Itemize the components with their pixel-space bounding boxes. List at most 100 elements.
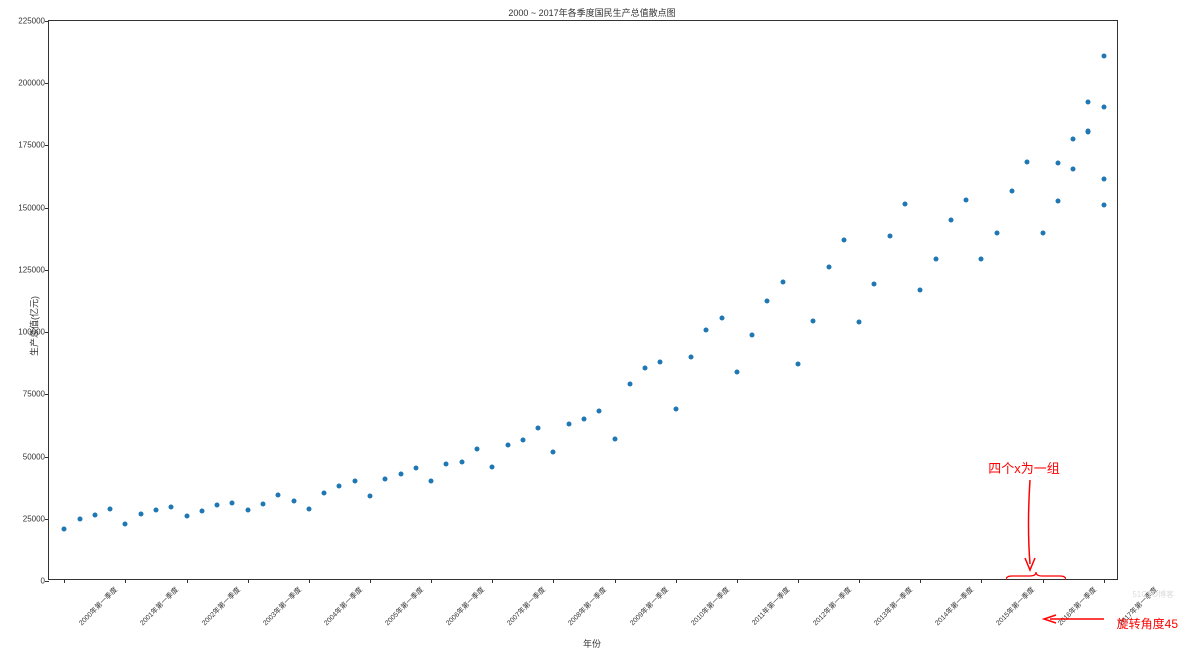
scatter-point: [933, 256, 938, 261]
scatter-point: [368, 494, 373, 499]
scatter-point: [658, 359, 663, 364]
x-tick-label: 2004年第一季度: [322, 585, 365, 628]
x-tick-label: 2000年第一季度: [77, 585, 120, 628]
scatter-point: [444, 462, 449, 467]
scatter-point: [322, 490, 327, 495]
scatter-point: [887, 234, 892, 239]
x-tick-mark: [64, 579, 65, 583]
scatter-point: [1040, 230, 1045, 235]
scatter-point: [994, 230, 999, 235]
scatter-point: [704, 327, 709, 332]
scatter-point: [1101, 104, 1106, 109]
scatter-point: [734, 369, 739, 374]
scatter-point: [551, 449, 556, 454]
x-tick-label: 2010年第一季度: [689, 585, 732, 628]
scatter-point: [1086, 129, 1091, 134]
x-tick-mark: [615, 579, 616, 583]
scatter-point: [903, 201, 908, 206]
scatter-point: [719, 316, 724, 321]
y-tick-label: 175000: [18, 141, 49, 150]
scatter-point: [230, 500, 235, 505]
scatter-point: [841, 238, 846, 243]
y-tick-label: 125000: [18, 265, 49, 274]
scatter-point: [765, 299, 770, 304]
scatter-point: [750, 332, 755, 337]
scatter-point: [1025, 159, 1030, 164]
scatter-point: [398, 471, 403, 476]
x-tick-label: 2013年第一季度: [872, 585, 915, 628]
scatter-point: [612, 437, 617, 442]
scatter-point: [918, 287, 923, 292]
scatter-point: [413, 465, 418, 470]
scatter-point: [689, 355, 694, 360]
scatter-point: [1101, 177, 1106, 182]
scatter-point: [459, 459, 464, 464]
scatter-point: [1055, 199, 1060, 204]
scatter-point: [490, 464, 495, 469]
x-tick-mark: [248, 579, 249, 583]
x-tick-mark: [492, 579, 493, 583]
x-tick-mark: [859, 579, 860, 583]
x-tick-label: 2008年第一季度: [566, 585, 609, 628]
scatter-point: [276, 493, 281, 498]
scatter-point: [77, 516, 82, 521]
y-tick-label: 25000: [23, 514, 49, 523]
scatter-point: [62, 526, 67, 531]
x-tick-mark: [1104, 579, 1105, 583]
chart-title: 2000 ~ 2017年各季度国民生产总值散点图: [0, 6, 1184, 19]
y-axis-label: 生产总值(亿元): [28, 296, 41, 356]
x-tick-mark: [798, 579, 799, 583]
scatter-point: [429, 479, 434, 484]
x-tick-mark: [187, 579, 188, 583]
scatter-point: [627, 382, 632, 387]
scatter-point: [520, 438, 525, 443]
scatter-point: [1071, 137, 1076, 142]
scatter-point: [383, 476, 388, 481]
scatter-point: [1101, 203, 1106, 208]
scatter-point: [169, 504, 174, 509]
y-tick-label: 50000: [23, 452, 49, 461]
scatter-point: [597, 408, 602, 413]
scatter-point: [1055, 160, 1060, 165]
scatter-point: [780, 280, 785, 285]
scatter-point: [857, 320, 862, 325]
scatter-point: [352, 479, 357, 484]
scatter-point: [215, 503, 220, 508]
scatter-point: [245, 508, 250, 513]
x-tick-mark: [125, 579, 126, 583]
brace-icon: [1006, 572, 1066, 580]
x-tick-label: 2011年第一季度: [750, 585, 792, 627]
x-tick-label: 2003年第一季度: [261, 585, 304, 628]
scatter-point: [108, 506, 113, 511]
y-tick-label: 75000: [23, 390, 49, 399]
y-tick-label: 0: [41, 577, 49, 586]
scatter-point: [291, 499, 296, 504]
scatter-point: [964, 198, 969, 203]
x-tick-mark: [981, 579, 982, 583]
scatter-point: [1086, 99, 1091, 104]
scatter-point: [826, 265, 831, 270]
annotation-rotate-label: 旋转角度45: [1117, 615, 1178, 632]
scatter-point: [337, 484, 342, 489]
x-axis-label: 年份: [583, 637, 601, 650]
y-tick-label: 150000: [18, 203, 49, 212]
arrow-down-icon: [1021, 480, 1039, 572]
scatter-point: [184, 514, 189, 519]
scatter-point: [1010, 189, 1015, 194]
scatter-point: [475, 447, 480, 452]
x-tick-label: 2002年第一季度: [199, 585, 242, 628]
scatter-point: [796, 362, 801, 367]
x-tick-mark: [431, 579, 432, 583]
scatter-point: [123, 521, 128, 526]
scatter-point: [505, 443, 510, 448]
y-tick-label: 100000: [18, 328, 49, 337]
scatter-point: [872, 281, 877, 286]
scatter-point: [948, 218, 953, 223]
scatter-point: [1101, 53, 1106, 58]
scatter-point: [306, 506, 311, 511]
x-tick-label: 2007年第一季度: [505, 585, 548, 628]
x-tick-label: 2009年第一季度: [627, 585, 670, 628]
x-tick-label: 2001年第一季度: [138, 585, 181, 628]
x-tick-mark: [676, 579, 677, 583]
scatter-point: [566, 422, 571, 427]
